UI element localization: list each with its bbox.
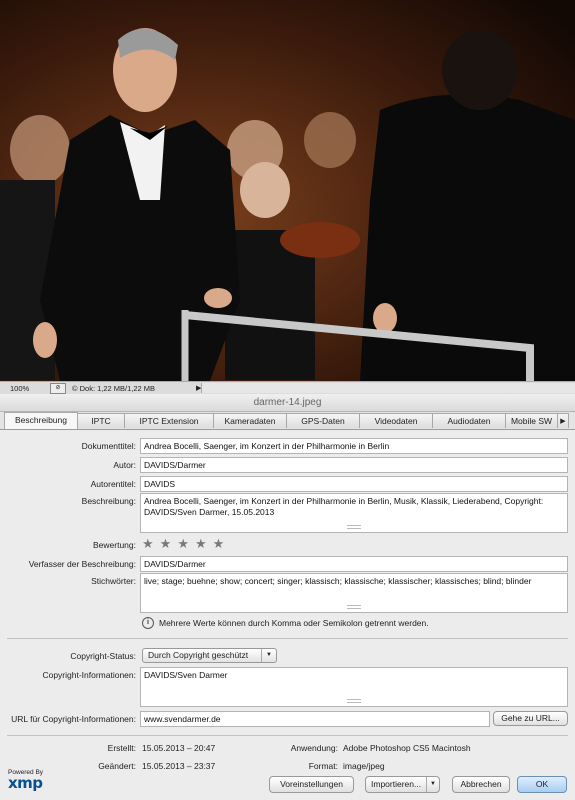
navigator-icon[interactable]: ⊘ — [50, 382, 66, 394]
abbrechen-button[interactable]: Abbrechen — [452, 776, 510, 793]
tab-audiodaten[interactable]: Audiodaten — [432, 413, 506, 428]
resize-grip-icon[interactable] — [347, 699, 361, 703]
anwendung-value: Adobe Photoshop CS5 Macintosh — [343, 743, 471, 753]
label-copyright-status: Copyright-Status: — [70, 651, 136, 661]
label-copyright-url: URL für Copyright-Informationen: — [11, 714, 136, 724]
tab-iptc-extension[interactable]: IPTC Extension — [124, 413, 214, 428]
resize-grip-icon[interactable] — [347, 605, 361, 609]
verfasser-field[interactable]: DAVIDS/Darmer — [140, 556, 568, 572]
voreinstellungen-button[interactable]: Voreinstellungen — [269, 776, 354, 793]
tab-gps-daten[interactable]: GPS-Daten — [286, 413, 360, 428]
zoom-level[interactable]: 100% — [0, 384, 50, 393]
beschreibung-field[interactable]: Andrea Bocelli, Saenger, im Konzert in d… — [140, 493, 568, 533]
autorentitel-field[interactable]: DAVIDS — [140, 476, 568, 492]
label-stichwoerter: Stichwörter: — [91, 576, 136, 586]
tab-mobile-sw[interactable]: Mobile SW — [505, 413, 558, 428]
document-image — [0, 0, 575, 381]
dokumenttitel-field[interactable]: Andrea Bocelli, Saenger, im Konzert in d… — [140, 438, 568, 454]
label-autorentitel: Autorentitel: — [90, 479, 136, 489]
erstellt-value: 15.05.2013 – 20:47 — [142, 743, 216, 753]
xmp-logo-text: xmp — [8, 774, 43, 792]
copyright-info-field[interactable]: DAVIDS/Sven Darmer — [140, 667, 568, 707]
hint-text: Mehrere Werte können durch Komma oder Se… — [159, 618, 429, 628]
label-anwendung: Anwendung: — [290, 743, 338, 753]
concert-photo — [0, 0, 575, 381]
copyright-url-field[interactable]: www.svendarmer.de — [140, 711, 490, 727]
tab-beschreibung[interactable]: Beschreibung — [4, 412, 78, 429]
copyright-status-value: Durch Copyright geschützt — [148, 650, 249, 660]
stichwoerter-field[interactable]: live; stage; buehne; show; concert; sing… — [140, 573, 568, 613]
rating-stars: ★ ★ ★ ★ ★ — [142, 537, 230, 551]
star-icon[interactable]: ★ — [195, 537, 207, 551]
label-beschreibung: Beschreibung: — [81, 496, 136, 506]
divider — [7, 735, 568, 736]
label-format: Format: — [308, 761, 338, 771]
tab-bar: Beschreibung IPTC IPTC Extension Kamerad… — [0, 412, 575, 430]
importieren-button[interactable]: Importieren... ▼ — [365, 776, 440, 793]
star-icon[interactable]: ★ — [177, 537, 189, 551]
copyright-info-text: DAVIDS/Sven Darmer — [144, 670, 228, 680]
tabs-scroll-right-icon[interactable]: ▶ — [557, 413, 569, 428]
xmp-logo: Powered By xmp — [8, 769, 43, 792]
label-verfasser: Verfasser der Beschreibung: — [28, 559, 136, 569]
stichwoerter-text: live; stage; buehne; show; concert; sing… — [144, 576, 532, 586]
copyright-status-select[interactable]: Durch Copyright geschützt ▼ — [142, 648, 277, 663]
dialog-title: darmer-14.jpeg — [0, 394, 575, 412]
star-icon[interactable]: ★ — [213, 537, 225, 551]
label-dokumenttitel: Dokumenttitel: — [81, 441, 136, 451]
label-copyright-info: Copyright-Informationen: — [42, 670, 136, 680]
keywords-hint: i Mehrere Werte können durch Komma oder … — [142, 617, 429, 629]
horizontal-scrollbar[interactable] — [201, 383, 575, 393]
star-icon[interactable]: ★ — [160, 537, 172, 551]
autor-field[interactable]: DAVIDS/Darmer — [140, 457, 568, 473]
beschreibung-text: Andrea Bocelli, Saenger, im Konzert in d… — [144, 496, 544, 517]
chevron-down-icon: ▼ — [261, 649, 276, 662]
chevron-down-icon[interactable]: ▼ — [426, 777, 439, 792]
importieren-label: Importieren... — [371, 779, 422, 789]
status-bar: 100% ⊘ © Dok: 1,22 MB/1,22 MB ▶ — [0, 381, 575, 395]
divider — [7, 638, 568, 639]
label-autor: Autor: — [113, 460, 136, 470]
document-info: © Dok: 1,22 MB/1,22 MB — [72, 383, 156, 393]
tab-videodaten[interactable]: Videodaten — [359, 413, 433, 428]
label-erstellt: Erstellt: — [107, 743, 136, 753]
ok-button[interactable]: OK — [517, 776, 567, 793]
geaendert-value: 15.05.2013 – 23:37 — [142, 761, 216, 771]
star-icon[interactable]: ★ — [142, 537, 154, 551]
tab-kameradaten[interactable]: Kameradaten — [213, 413, 287, 428]
info-icon: i — [142, 617, 154, 629]
format-value: image/jpeg — [343, 761, 385, 771]
label-bewertung: Bewertung: — [93, 540, 136, 550]
resize-grip-icon[interactable] — [347, 525, 361, 529]
go-to-url-button[interactable]: Gehe zu URL... — [493, 711, 568, 726]
tab-iptc[interactable]: IPTC — [77, 413, 125, 428]
